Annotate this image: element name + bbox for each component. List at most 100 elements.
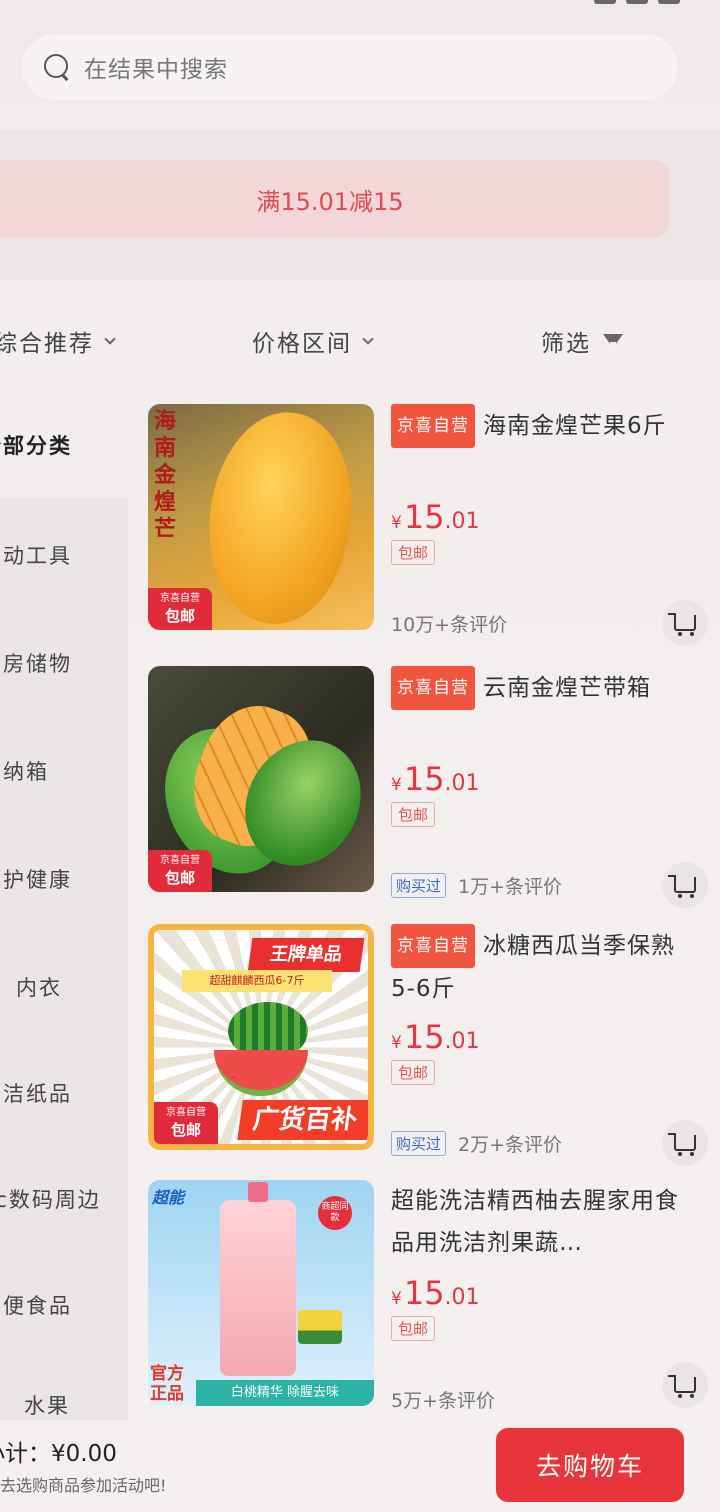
thumb-tag-bottom: 包邮 <box>164 607 195 625</box>
product-price: ¥15.01 <box>391 760 691 798</box>
product-meta: 购买过 1万+条评价 <box>391 872 562 899</box>
same-as-supermarket-badge: 商超同款 <box>318 1196 352 1230</box>
sidebar-item-underwear[interactable]: 内衣 <box>16 972 62 1002</box>
subtotal: 小计：¥0.00 <box>0 1441 117 1467</box>
review-count: 5万+条评价 <box>391 1390 496 1412</box>
price-decimal: .01 <box>444 509 480 534</box>
sponge-image <box>298 1310 342 1344</box>
thumb-tag: 京喜自营 包邮 <box>148 588 212 630</box>
thumb-tag: 京喜自营 包邮 <box>154 1102 218 1144</box>
product-card[interactable]: 海南金煌芒 京喜自营 包邮 京喜自营 海南金煌芒果6斤 ¥15.01 包邮 10万… <box>148 404 708 646</box>
thumb-tag-bottom: 包邮 <box>164 869 195 887</box>
product-image-headline: 王牌单品 <box>247 938 365 972</box>
screen: 在结果中搜索 满15.01减15 综合推荐 价格区间 筛选 全部分类 手动工具 … <box>0 0 720 1512</box>
currency-symbol: ¥ <box>391 1289 402 1309</box>
sort-bar: 综合推荐 价格区间 筛选 <box>0 300 720 380</box>
product-card[interactable]: 京喜自营 包邮 京喜自营 云南金煌芒带箱 ¥15.01 包邮 购买过 1万+条评价 <box>148 666 708 908</box>
self-operated-badge: 京喜自营 <box>391 924 475 968</box>
free-shipping-tag: 包邮 <box>391 802 436 827</box>
sort-filter[interactable]: 筛选 <box>541 324 623 358</box>
promo-banner[interactable]: 满15.01减15 <box>0 160 670 238</box>
activity-hint: 快去选购商品参加活动吧! <box>0 1476 167 1495</box>
sidebar-item-personal-care[interactable]: 个护健康 <box>0 864 72 894</box>
product-title-text: 云南金煌芒带箱 <box>483 675 651 701</box>
sort-price-range[interactable]: 价格区间 <box>252 324 374 358</box>
product-info: 超能洗洁精西柚去腥家用食品用洗洁剂果蔬… ¥15.01 包邮 <box>391 1180 691 1341</box>
product-card[interactable]: 超能 商超同款 白桃精华 除腥去味 官方正品 超能洗洁精西柚去腥家用食品用洗洁剂… <box>148 1180 708 1420</box>
currency-symbol: ¥ <box>391 1033 402 1053</box>
product-info: 京喜自营 云南金煌芒带箱 ¥15.01 包邮 <box>391 666 691 827</box>
product-title-text: 超能洗洁精西柚去腥家用食品用洗洁剂果蔬… <box>391 1188 679 1256</box>
official-genuine-label: 官方正品 <box>150 1364 184 1404</box>
sort-comprehensive[interactable]: 综合推荐 <box>0 324 116 358</box>
sidebar-item-instant-food[interactable]: 方便食品 <box>0 1290 72 1320</box>
promo-area: 满15.01减15 <box>0 130 720 280</box>
product-price: ¥15.01 <box>391 1018 691 1056</box>
self-operated-badge: 京喜自营 <box>391 404 475 448</box>
thumb-tag-bottom: 包邮 <box>170 1121 201 1139</box>
price-integer: 15 <box>403 1018 445 1056</box>
brand-logo: 超能 <box>152 1188 185 1207</box>
product-info: 京喜自营 冰糖西瓜当季保熟5-6斤 ¥15.01 包邮 <box>391 924 691 1085</box>
product-price: ¥15.01 <box>391 498 691 536</box>
add-to-cart-button[interactable] <box>662 1120 708 1166</box>
detergent-bottle-image <box>220 1182 296 1376</box>
price-decimal: .01 <box>444 771 480 796</box>
sidebar-item-hand-tools[interactable]: 手动工具 <box>0 540 72 570</box>
product-meta: 10万+条评价 <box>391 610 507 637</box>
product-image[interactable]: 王牌单品 超甜麒麟西瓜6-7斤 广货百补 京喜自营 包邮 <box>148 924 374 1150</box>
price-decimal: .01 <box>444 1285 480 1310</box>
product-image[interactable]: 海南金煌芒 京喜自营 包邮 <box>148 404 374 630</box>
category-sidebar: 全部分类 手动工具 厨房储物 收纳箱 个护健康 内衣 清洁纸品 3c数码周边 方… <box>0 390 135 1420</box>
thumb-tag-top: 京喜自营 <box>160 855 200 866</box>
product-info: 京喜自营 海南金煌芒果6斤 ¥15.01 包邮 <box>391 404 691 565</box>
cart-icon <box>668 1133 696 1156</box>
product-image-strip: 白桃精华 除腥去味 <box>196 1380 374 1406</box>
product-meta: 购买过 2万+条评价 <box>391 1130 562 1157</box>
product-image[interactable]: 超能 商超同款 白桃精华 除腥去味 官方正品 <box>148 1180 374 1406</box>
price-integer: 15 <box>403 498 445 536</box>
sidebar-item-fruit[interactable]: 水果 <box>24 1390 70 1420</box>
product-image[interactable]: 京喜自营 包邮 <box>148 666 374 892</box>
product-image-subline: 超甜麒麟西瓜6-7斤 <box>182 970 332 992</box>
sidebar-item-kitchen-storage[interactable]: 厨房储物 <box>0 648 72 678</box>
product-title[interactable]: 超能洗洁精西柚去腥家用食品用洗洁剂果蔬… <box>391 1180 691 1264</box>
thumb-tag-top: 京喜自营 <box>160 593 200 604</box>
product-image-slogan: 广货百补 <box>237 1100 368 1140</box>
review-count: 1万+条评价 <box>458 876 563 898</box>
add-to-cart-button[interactable] <box>662 862 708 908</box>
product-title-text: 海南金煌芒果6斤 <box>483 413 667 439</box>
sort-comprehensive-label: 综合推荐 <box>0 331 94 357</box>
sort-filter-label: 筛选 <box>541 331 591 357</box>
go-to-cart-button[interactable]: 去购物车 <box>496 1428 684 1502</box>
sidebar-item-all[interactable]: 全部分类 <box>0 430 72 460</box>
add-to-cart-button[interactable] <box>662 600 708 646</box>
search-icon <box>44 54 70 80</box>
purchased-badge: 购买过 <box>391 873 447 898</box>
price-integer: 15 <box>403 1274 445 1312</box>
bottom-bar: 小计：¥0.00 快去选购商品参加活动吧! 去购物车 <box>0 1420 720 1512</box>
product-price: ¥15.01 <box>391 1274 691 1312</box>
cart-icon <box>668 875 696 898</box>
product-card[interactable]: 王牌单品 超甜麒麟西瓜6-7斤 广货百补 京喜自营 包邮 京喜自营 冰糖西瓜当季保… <box>148 924 708 1166</box>
review-count: 2万+条评价 <box>458 1134 563 1156</box>
self-operated-badge: 京喜自营 <box>391 666 475 710</box>
search-input[interactable]: 在结果中搜索 <box>84 50 228 84</box>
chevron-down-icon <box>362 333 374 345</box>
filter-icon <box>603 334 623 352</box>
search-bar[interactable]: 在结果中搜索 <box>22 34 678 100</box>
sidebar-item-3c-digital[interactable]: 3c数码周边 <box>0 1184 101 1214</box>
thumb-tag-top: 京喜自营 <box>166 1107 206 1118</box>
review-count: 10万+条评价 <box>391 614 508 636</box>
price-decimal: .01 <box>444 1029 480 1054</box>
product-title[interactable]: 京喜自营 海南金煌芒果6斤 <box>391 404 691 488</box>
sidebar-item-cleaning-paper[interactable]: 清洁纸品 <box>0 1078 72 1108</box>
product-meta: 5万+条评价 <box>391 1386 495 1413</box>
add-to-cart-button[interactable] <box>662 1362 708 1408</box>
price-integer: 15 <box>403 760 445 798</box>
product-title[interactable]: 京喜自营 云南金煌芒带箱 <box>391 666 691 750</box>
status-icons <box>594 0 680 4</box>
sidebar-item-storage-box[interactable]: 收纳箱 <box>0 756 49 786</box>
product-title[interactable]: 京喜自营 冰糖西瓜当季保熟5-6斤 <box>391 924 691 1008</box>
product-image-text: 海南金煌芒 <box>154 409 177 542</box>
